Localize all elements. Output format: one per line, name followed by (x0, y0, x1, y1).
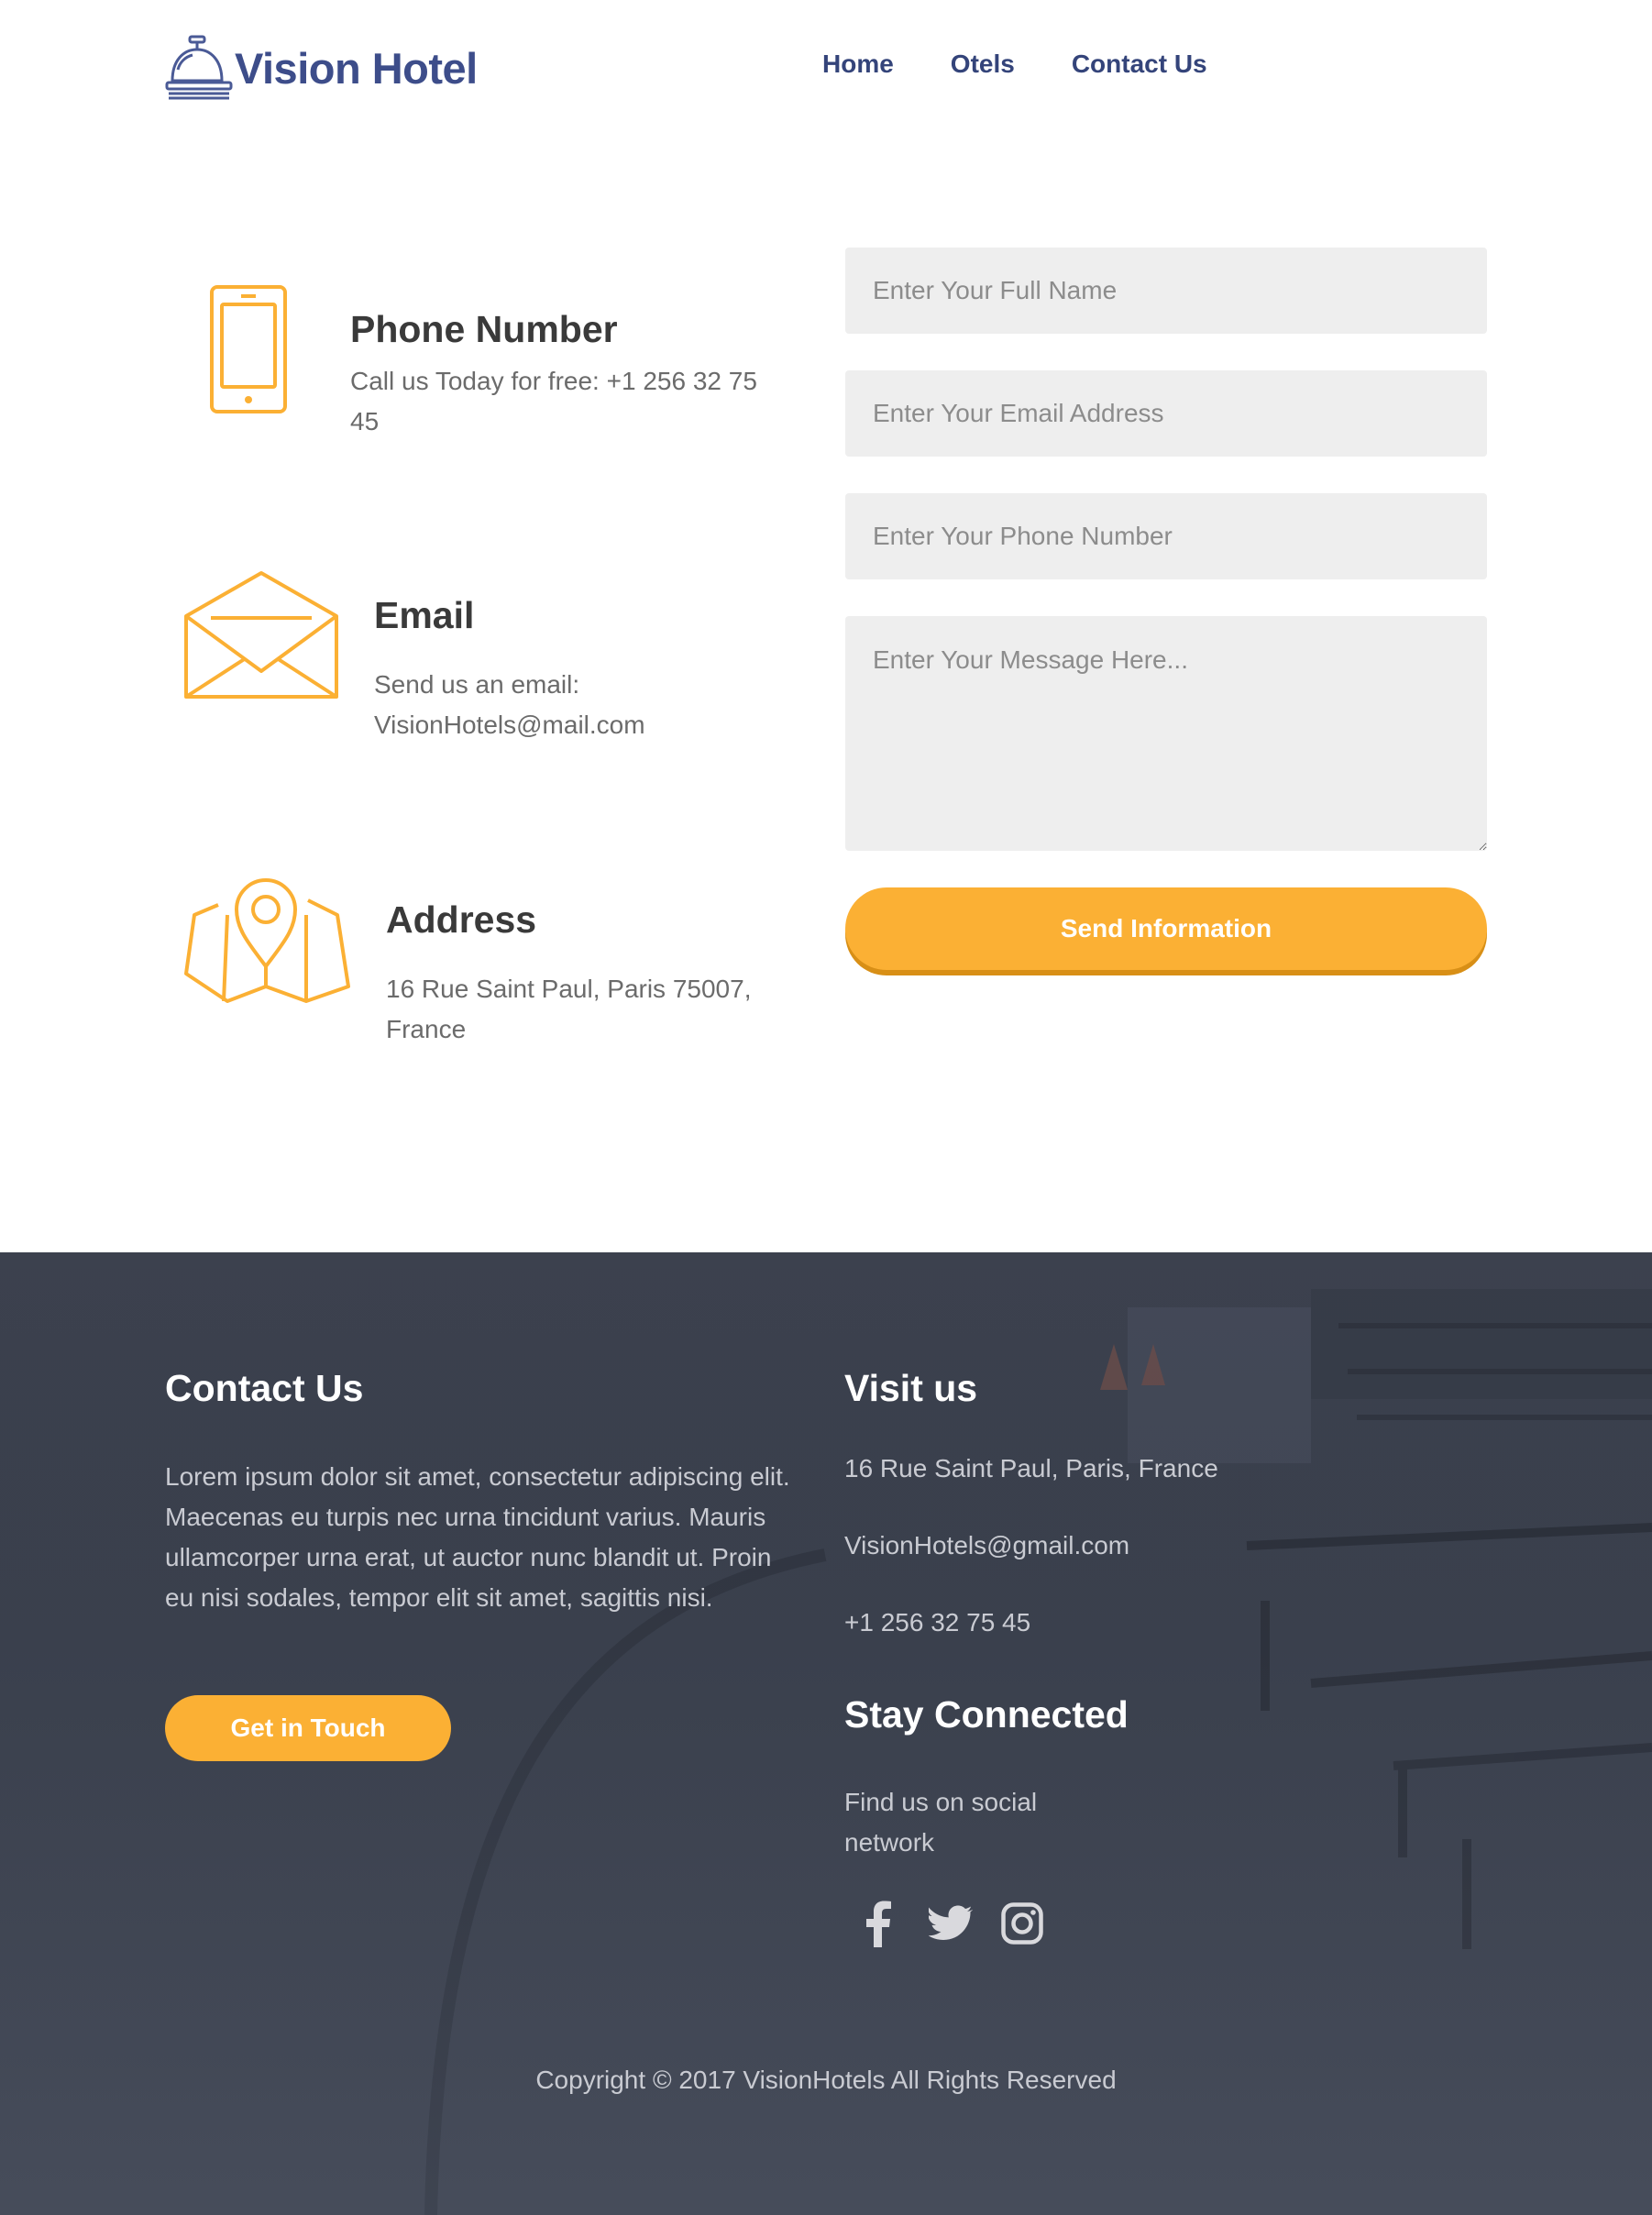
twitter-icon[interactable] (929, 1905, 973, 1942)
main-nav: Home Otels Contact Us (822, 50, 1264, 79)
footer-visit-title: Visit us (844, 1367, 978, 1409)
email-text: Send us an email: VisionHotels@mail.com (374, 670, 645, 739)
map-pin-icon (184, 878, 350, 1003)
footer-stay-title: Stay Connected (844, 1693, 1129, 1736)
footer-contact-title: Contact Us (165, 1367, 364, 1409)
address-text: 16 Rue Saint Paul, Paris 75007, France (386, 975, 752, 1043)
phone-text: Call us Today for free: +1 256 32 75 45 (350, 367, 757, 435)
nav-otels[interactable]: Otels (951, 50, 1015, 79)
facebook-icon[interactable] (865, 1900, 891, 1947)
nav-home[interactable]: Home (822, 50, 894, 79)
logo[interactable]: Vision Hotel (165, 33, 478, 103)
footer-stay-text: Find us on social network (844, 1788, 1038, 1857)
full-name-input[interactable] (845, 248, 1487, 334)
footer-visit-address: 16 Rue Saint Paul, Paris, France (844, 1454, 1218, 1482)
address-title: Address (386, 898, 537, 941)
instagram-icon[interactable] (1001, 1902, 1043, 1945)
email-title: Email (374, 594, 475, 636)
smartphone-icon (210, 285, 287, 413)
hotel-bell-icon (165, 35, 233, 100)
site-header: Vision Hotel Home Otels Contact Us (0, 0, 1652, 138)
footer-visit-email[interactable]: VisionHotels@gmail.com (844, 1526, 1129, 1566)
copyright: Copyright © 2017 VisionHotels All Rights… (535, 2066, 1117, 2094)
envelope-icon (184, 571, 338, 699)
get-in-touch-button[interactable]: Get in Touch (165, 1695, 451, 1761)
footer-contact-text: Lorem ipsum dolor sit amet, consectetur … (165, 1462, 790, 1612)
send-information-button[interactable]: Send Information (845, 887, 1487, 970)
footer-visit-phone[interactable]: +1 256 32 75 45 (844, 1603, 1030, 1643)
logo-text: Vision Hotel (235, 43, 478, 93)
phone-input[interactable] (845, 493, 1487, 579)
nav-contact-us[interactable]: Contact Us (1072, 50, 1207, 79)
email-input[interactable] (845, 370, 1487, 457)
phone-title: Phone Number (350, 308, 618, 350)
message-textarea[interactable] (845, 616, 1487, 851)
